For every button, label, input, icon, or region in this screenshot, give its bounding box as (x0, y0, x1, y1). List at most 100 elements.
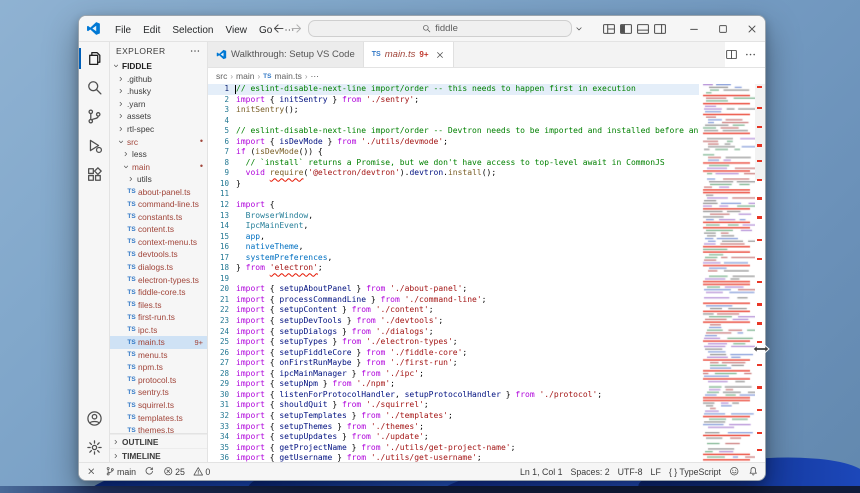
tab-main.ts[interactable]: TSmain.ts9+ (364, 42, 454, 67)
code-line-12[interactable]: 12import { (208, 200, 699, 211)
folder-.yarn[interactable]: .yarn (110, 98, 207, 111)
activitybar-settings[interactable] (79, 433, 109, 462)
code-line-13[interactable]: 13 BrowserWindow, (208, 211, 699, 222)
status-problems-errors[interactable]: 25 (163, 466, 185, 477)
file-npm.ts[interactable]: TSnpm.ts (110, 361, 207, 374)
status-cursor-position[interactable]: Ln 1, Col 1 (520, 467, 563, 477)
code-line-23[interactable]: 23import { setupDevTools } from './devto… (208, 316, 699, 327)
folder-assets[interactable]: assets (110, 110, 207, 123)
breadcrumb-item[interactable]: ⋯ (311, 71, 320, 82)
code-line-18[interactable]: 18} from 'electron'; (208, 263, 699, 274)
status-problems-warnings[interactable]: 0 (193, 466, 210, 477)
code-line-22[interactable]: 22import { setupContent } from './conten… (208, 305, 699, 316)
toggle-secondary-sidebar-icon[interactable] (653, 22, 667, 36)
nav-forward-icon[interactable] (290, 22, 303, 35)
folder-rtl-spec[interactable]: rtl-spec (110, 123, 207, 136)
code-line-32[interactable]: 32import { setupTemplates } from './temp… (208, 411, 699, 422)
code-line-4[interactable]: 4 (208, 116, 699, 127)
menu-file[interactable]: File (109, 23, 137, 38)
folder-.github[interactable]: .github (110, 73, 207, 86)
file-dialogs.ts[interactable]: TSdialogs.ts (110, 261, 207, 274)
file-devtools.ts[interactable]: TSdevtools.ts (110, 248, 207, 261)
folder-.husky[interactable]: .husky (110, 85, 207, 98)
toggle-panel-icon[interactable] (636, 22, 650, 36)
status-remote-indicator[interactable] (86, 466, 97, 477)
activitybar-source-control[interactable] (79, 102, 109, 131)
status-git-branch[interactable]: main (105, 466, 137, 477)
code-line-25[interactable]: 25import { setupTypes } from './electron… (208, 337, 699, 348)
code-line-30[interactable]: 30import { listenForProtocolHandler, set… (208, 390, 699, 401)
status-notifications[interactable] (748, 466, 759, 477)
section-timeline[interactable]: TIMELINE (110, 448, 207, 462)
chevron-down-icon[interactable] (574, 24, 584, 34)
file-squirrel.ts[interactable]: TSsquirrel.ts (110, 399, 207, 412)
breadcrumb[interactable]: src›main›TSmain.ts›⋯ (208, 68, 765, 84)
code-line-19[interactable]: 19 (208, 274, 699, 285)
split-editor-icon[interactable] (725, 48, 738, 61)
file-fiddle-core.ts[interactable]: TSfiddle-core.ts (110, 286, 207, 299)
code-line-1[interactable]: 1// eslint-disable-next-line import/orde… (208, 84, 699, 95)
code-editor[interactable]: 1// eslint-disable-next-line import/orde… (208, 84, 765, 462)
minimap[interactable] (701, 84, 755, 462)
file-protocol.ts[interactable]: TSprotocol.ts (110, 374, 207, 387)
code-line-24[interactable]: 24import { setupDialogs } from './dialog… (208, 327, 699, 338)
code-line-29[interactable]: 29import { setupNpm } from './npm'; (208, 379, 699, 390)
file-menu.ts[interactable]: TSmenu.ts (110, 349, 207, 362)
file-command-line.ts[interactable]: TScommand-line.ts (110, 198, 207, 211)
folder-less[interactable]: less (110, 148, 207, 161)
activitybar-run-debug[interactable] (79, 131, 109, 160)
activitybar-search[interactable] (79, 73, 109, 102)
code-line-35[interactable]: 35import { getProjectName } from './util… (208, 443, 699, 454)
code-line-21[interactable]: 21import { processCommandLine } from './… (208, 295, 699, 306)
code-line-15[interactable]: 15 app, (208, 232, 699, 243)
code-line-3[interactable]: 3initSentry(); (208, 105, 699, 116)
code-line-9[interactable]: 9 void require('@electron/devtron').devt… (208, 168, 699, 179)
code-line-17[interactable]: 17 systemPreferences, (208, 253, 699, 264)
code-line-36[interactable]: 36import { getUsername } from './utils/g… (208, 453, 699, 462)
file-main.ts[interactable]: TSmain.ts9+ (110, 336, 207, 349)
editor-more-actions-icon[interactable] (744, 48, 757, 61)
customize-layout-icon[interactable] (602, 22, 616, 36)
status-encoding[interactable]: UTF-8 (618, 467, 643, 477)
file-context-menu.ts[interactable]: TScontext-menu.ts (110, 236, 207, 249)
activitybar-accounts[interactable] (79, 404, 109, 433)
tab-close-icon[interactable] (435, 50, 445, 60)
command-center-search[interactable]: fiddle (308, 20, 572, 37)
close-button[interactable] (739, 17, 765, 40)
file-constants.ts[interactable]: TSconstants.ts (110, 211, 207, 224)
tab-walkthrough-setup-vs-code[interactable]: Walkthrough: Setup VS Code (208, 42, 364, 67)
file-templates.ts[interactable]: TStemplates.ts (110, 411, 207, 424)
file-themes.ts[interactable]: TSthemes.ts (110, 424, 207, 433)
code-line-10[interactable]: 10} (208, 179, 699, 190)
status-eol[interactable]: LF (651, 467, 661, 477)
views-more-actions-icon[interactable] (189, 45, 201, 57)
menu-selection[interactable]: Selection (166, 23, 219, 38)
code-line-6[interactable]: 6import { isDevMode } from './utils/devm… (208, 137, 699, 148)
breadcrumb-item[interactable]: main.ts (274, 71, 301, 81)
code-line-28[interactable]: 28import { ipcMainManager } from './ipc'… (208, 369, 699, 380)
code-line-20[interactable]: 20import { setupAboutPanel } from './abo… (208, 284, 699, 295)
file-files.ts[interactable]: TSfiles.ts (110, 298, 207, 311)
toggle-primary-sidebar-icon[interactable] (619, 22, 633, 36)
folder-main[interactable]: main• (110, 160, 207, 173)
file-ipc.ts[interactable]: TSipc.ts (110, 323, 207, 336)
breadcrumb-item[interactable]: src (216, 71, 227, 81)
code-line-16[interactable]: 16 nativeTheme, (208, 242, 699, 253)
code-line-27[interactable]: 27import { onFirstRunMaybe } from './fir… (208, 358, 699, 369)
activitybar-explorer[interactable] (79, 44, 109, 73)
file-about-panel.ts[interactable]: TSabout-panel.ts (110, 185, 207, 198)
status-language-mode[interactable]: { } TypeScript (669, 467, 721, 477)
file-electron-types.ts[interactable]: TSelectron-types.ts (110, 273, 207, 286)
nav-back-icon[interactable] (272, 22, 285, 35)
code-line-14[interactable]: 14 IpcMainEvent, (208, 221, 699, 232)
folder-src[interactable]: src• (110, 135, 207, 148)
code-line-5[interactable]: 5// eslint-disable-next-line import/orde… (208, 126, 699, 137)
status-sync-changes[interactable] (144, 466, 155, 477)
section-outline[interactable]: OUTLINE (110, 434, 207, 448)
code-line-31[interactable]: 31import { shouldQuit } from './squirrel… (208, 400, 699, 411)
minimize-button[interactable] (681, 17, 707, 40)
file-content.ts[interactable]: TScontent.ts (110, 223, 207, 236)
code-line-8[interactable]: 8 // `install` returns a Promise, but we… (208, 158, 699, 169)
code-line-11[interactable]: 11 (208, 189, 699, 200)
menu-view[interactable]: View (220, 23, 254, 38)
